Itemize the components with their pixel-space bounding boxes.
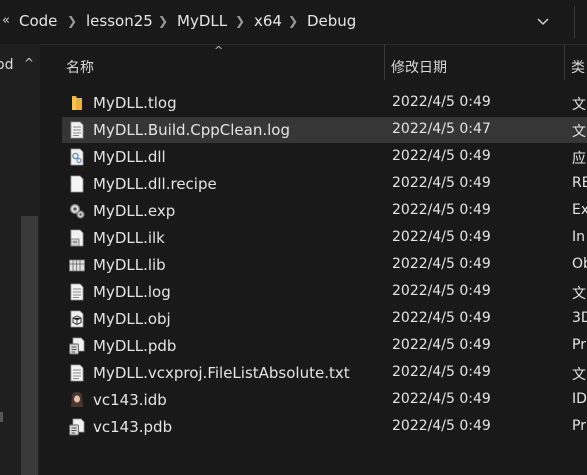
file-name: MyDLL.vcxproj.FileListAbsolute.txt: [93, 364, 350, 382]
file-modified-date: 2022/4/5 0:49: [392, 202, 491, 218]
breadcrumb-chevron-icon[interactable]: ❯: [288, 14, 298, 28]
file-modified-date: 2022/4/5 0:49: [392, 175, 491, 191]
file-name: MyDLL.exp: [93, 202, 176, 220]
file-modified-date: 2022/4/5 0:49: [392, 256, 491, 272]
column-divider[interactable]: [564, 44, 565, 80]
file-type: ID: [572, 391, 587, 407]
text-file-icon: [70, 364, 84, 382]
file-row[interactable]: MyDLL.ilk 2022/4/5 0:49 In: [62, 225, 587, 251]
file-row[interactable]: MyDLL.pdb 2022/4/5 0:49 Pr: [62, 333, 587, 359]
file-type: Pr: [572, 418, 586, 434]
file-type: RE: [572, 175, 587, 191]
breadcrumb-item-code[interactable]: Code: [19, 12, 57, 30]
nav-edge-marker: [0, 412, 3, 422]
file-row[interactable]: vc143.idb 2022/4/5 0:49 ID: [62, 387, 587, 413]
address-bar: « Code ❯ lesson25 ❯ MyDLL ❯ x64 ❯ Debug: [0, 0, 587, 45]
column-header-type[interactable]: 类: [571, 57, 585, 77]
lib-icon: [69, 259, 85, 272]
breadcrumb-item-lesson25[interactable]: lesson25: [86, 12, 153, 30]
file-row[interactable]: MyDLL.obj 2022/4/5 0:49 3D: [62, 306, 587, 332]
breadcrumb-item-x64[interactable]: x64: [254, 12, 282, 30]
file-type: 文: [572, 286, 586, 302]
file-modified-date: 2022/4/5 0:49: [392, 310, 491, 326]
obj-icon: [70, 310, 84, 328]
file-name: MyDLL.pdb: [93, 337, 177, 355]
idb-icon: [71, 392, 83, 407]
file-modified-date: 2022/4/5 0:49: [392, 364, 491, 380]
file-type: 文: [572, 97, 586, 113]
chevron-down-icon[interactable]: [535, 13, 551, 29]
file-row[interactable]: vc143.pdb 2022/4/5 0:49 Pr: [62, 414, 587, 440]
file-type: In: [572, 229, 586, 245]
file-row-selected[interactable]: MyDLL.Build.CppClean.log 2022/4/5 0:47 文: [62, 117, 587, 143]
file-row[interactable]: MyDLL.dll 2022/4/5 0:49 应: [62, 144, 587, 170]
file-name: vc143.idb: [93, 391, 167, 409]
nav-scrollbar[interactable]: [21, 216, 38, 475]
file-type: Ex: [572, 202, 587, 218]
file-modified-date: 2022/4/5 0:47: [392, 121, 491, 137]
toolbar-divider: [574, 6, 575, 38]
file-name: MyDLL.lib: [93, 256, 166, 274]
sort-ascending-icon: ^: [214, 44, 224, 57]
file-type: 文: [572, 367, 586, 383]
breadcrumb-overflow[interactable]: «: [2, 13, 10, 28]
nav-item-label[interactable]: od: [0, 57, 13, 73]
dll-icon: [70, 148, 84, 166]
file-modified-date: 2022/4/5 0:49: [392, 229, 491, 245]
folder-icon: [72, 96, 82, 110]
blank-file-icon: [70, 175, 84, 193]
file-name: MyDLL.tlog: [93, 94, 177, 112]
column-header-name[interactable]: 名称: [66, 57, 94, 77]
file-type: Ob: [572, 256, 587, 272]
file-modified-date: 2022/4/5 0:49: [392, 283, 491, 299]
file-row[interactable]: MyDLL.lib 2022/4/5 0:49 Ob: [62, 252, 587, 278]
breadcrumb-item-debug[interactable]: Debug: [307, 12, 356, 30]
file-row[interactable]: MyDLL.tlog 2022/4/5 0:49 文: [62, 90, 587, 116]
text-file-icon: [70, 283, 84, 301]
text-file-icon: [70, 121, 84, 139]
file-name: MyDLL.dll: [93, 148, 166, 166]
file-type: 应: [572, 151, 586, 167]
breadcrumb-chevron-icon[interactable]: ❯: [235, 14, 245, 28]
file-modified-date: 2022/4/5 0:49: [392, 94, 491, 110]
pdb-icon: [69, 418, 85, 436]
navigation-pane: od ^: [0, 44, 40, 475]
file-modified-date: 2022/4/5 0:49: [392, 418, 491, 434]
collapse-caret-icon[interactable]: ^: [24, 56, 34, 70]
file-type: 3D: [572, 310, 587, 326]
column-header-row: ^ 名称 修改日期 类: [40, 44, 587, 84]
file-type: 文: [572, 124, 586, 140]
file-type: Pr: [572, 337, 586, 353]
column-header-modified[interactable]: 修改日期: [391, 57, 447, 77]
file-row[interactable]: MyDLL.vcxproj.FileListAbsolute.txt 2022/…: [62, 360, 587, 386]
file-name: MyDLL.ilk: [93, 229, 165, 247]
pdb-icon: [69, 337, 85, 355]
file-modified-date: 2022/4/5 0:49: [392, 148, 491, 164]
exp-icon: [69, 203, 85, 219]
column-divider[interactable]: [384, 44, 385, 80]
ilk-icon: [70, 229, 84, 247]
file-name: vc143.pdb: [93, 418, 173, 436]
breadcrumb-chevron-icon[interactable]: ❯: [158, 14, 168, 28]
file-row[interactable]: MyDLL.log 2022/4/5 0:49 文: [62, 279, 587, 305]
file-row[interactable]: MyDLL.exp 2022/4/5 0:49 Ex: [62, 198, 587, 224]
file-modified-date: 2022/4/5 0:49: [392, 391, 491, 407]
file-name: MyDLL.obj: [93, 310, 171, 328]
breadcrumb-item-mydll[interactable]: MyDLL: [177, 12, 227, 30]
file-name: MyDLL.Build.CppClean.log: [93, 121, 290, 139]
file-modified-date: 2022/4/5 0:49: [392, 337, 491, 353]
file-name: MyDLL.log: [93, 283, 171, 301]
file-row[interactable]: MyDLL.dll.recipe 2022/4/5 0:49 RE: [62, 171, 587, 197]
breadcrumb-chevron-icon[interactable]: ❯: [67, 14, 77, 28]
file-name: MyDLL.dll.recipe: [93, 175, 217, 193]
